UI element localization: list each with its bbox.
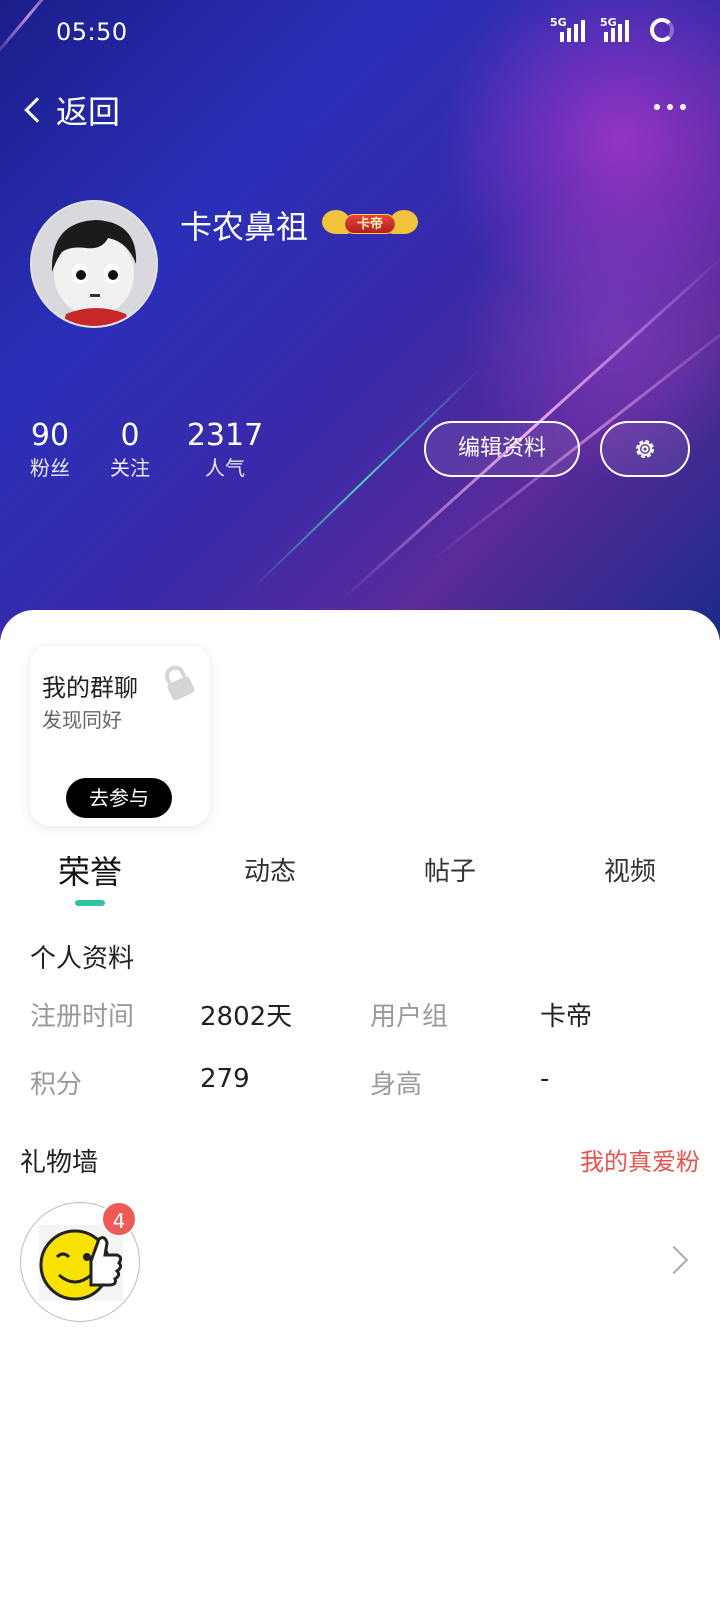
badge-label: 卡帝 bbox=[344, 214, 396, 234]
field-value: - bbox=[540, 1064, 550, 1094]
tab-honor[interactable]: 荣誉 bbox=[0, 846, 180, 898]
active-tab-indicator bbox=[75, 900, 105, 906]
status-bar: 05:50 5G 5G bbox=[0, 0, 720, 64]
username: 卡农鼻祖 bbox=[180, 208, 309, 246]
stat-value: 0 bbox=[120, 418, 140, 453]
field-label: 用户组 bbox=[370, 1002, 449, 1032]
stat-popularity[interactable]: 2317 人气 bbox=[180, 418, 270, 482]
profile-tabs: 荣誉 动态 帖子 视频 bbox=[0, 846, 720, 906]
stat-label: 粉丝 bbox=[30, 456, 70, 480]
field-value: 279 bbox=[200, 1064, 250, 1094]
stat-value: 2317 bbox=[186, 418, 264, 453]
group-card-subtitle: 发现同好 bbox=[42, 708, 122, 732]
personal-info-title: 个人资料 bbox=[30, 944, 135, 974]
stat-fans[interactable]: 90 粉丝 bbox=[20, 418, 80, 482]
status-icons: 5G 5G bbox=[550, 16, 674, 42]
stat-label: 关注 bbox=[110, 456, 150, 480]
edit-profile-button[interactable]: 编辑资料 bbox=[424, 421, 580, 477]
light-beam bbox=[249, 367, 481, 592]
back-button[interactable]: 返回 bbox=[18, 88, 120, 132]
stat-following[interactable]: 0 关注 bbox=[100, 418, 160, 482]
more-menu-button[interactable] bbox=[654, 104, 686, 110]
gift-count-badge: 4 bbox=[101, 1201, 137, 1237]
back-label: 返回 bbox=[56, 93, 121, 131]
more-dot-icon bbox=[680, 104, 686, 110]
more-dot-icon bbox=[667, 104, 673, 110]
gear-icon bbox=[636, 440, 654, 458]
stat-value: 90 bbox=[30, 418, 70, 453]
field-value: 卡帝 bbox=[540, 1002, 593, 1032]
field-label: 身高 bbox=[370, 1070, 423, 1100]
my-true-fans-link[interactable]: 我的真爱粉 bbox=[580, 1142, 700, 1177]
settings-button[interactable] bbox=[600, 421, 690, 477]
more-dot-icon bbox=[654, 104, 660, 110]
tab-activity[interactable]: 动态 bbox=[180, 846, 360, 898]
level-badge: 卡帝 bbox=[322, 206, 418, 240]
chevron-left-icon bbox=[24, 97, 50, 123]
gift-item[interactable]: 4 bbox=[20, 1201, 140, 1322]
avatar[interactable] bbox=[30, 200, 158, 328]
field-label: 注册时间 bbox=[30, 1002, 135, 1032]
gift-wall-title: 礼物墙 bbox=[20, 1148, 99, 1178]
lock-icon bbox=[165, 665, 195, 701]
signal-icon: 5G bbox=[550, 16, 590, 42]
field-label: 积分 bbox=[30, 1070, 83, 1100]
field-value: 2802天 bbox=[200, 1002, 293, 1032]
status-time: 05:50 bbox=[56, 18, 128, 46]
group-chat-card[interactable]: 我的群聊 发现同好 去参与 bbox=[30, 646, 210, 826]
tab-videos[interactable]: 视频 bbox=[540, 846, 720, 898]
group-card-title: 我的群聊 bbox=[42, 674, 138, 702]
tab-posts[interactable]: 帖子 bbox=[360, 846, 540, 898]
stat-label: 人气 bbox=[205, 456, 245, 480]
loading-ring-icon bbox=[650, 18, 674, 42]
join-group-button[interactable]: 去参与 bbox=[66, 778, 172, 818]
signal-icon: 5G bbox=[600, 16, 640, 42]
avatar-image bbox=[32, 202, 156, 326]
